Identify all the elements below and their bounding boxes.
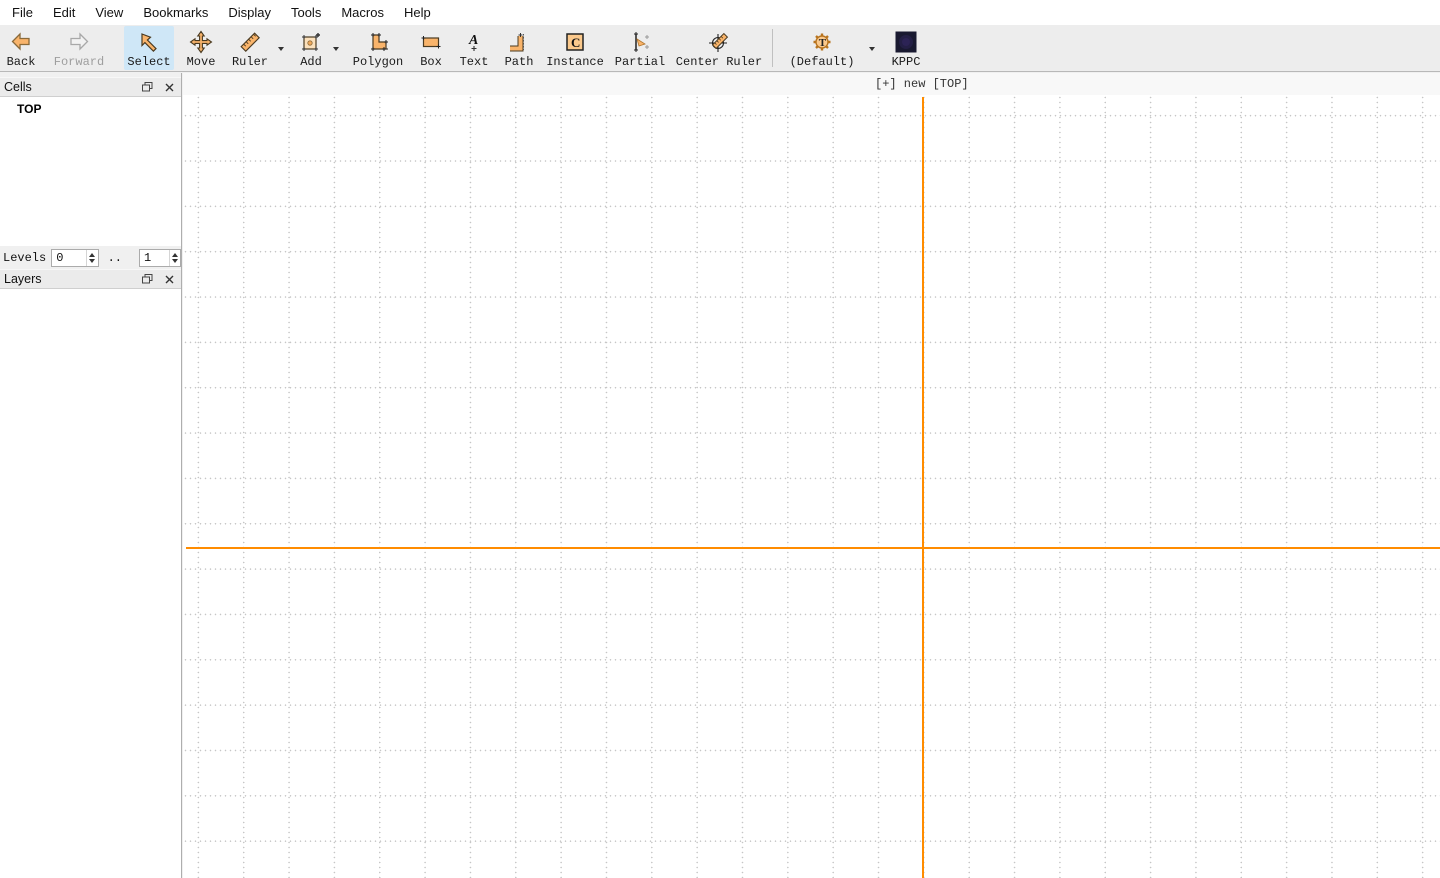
back-icon <box>8 29 34 55</box>
instance-label: Instance <box>546 55 604 69</box>
levels-from-input[interactable] <box>52 249 87 266</box>
center-ruler-button[interactable]: Center Ruler <box>676 26 762 70</box>
menu-view[interactable]: View <box>85 1 133 24</box>
partial-label: Partial <box>614 55 666 69</box>
kppc-label: KPPC <box>891 55 921 69</box>
levels-range-separator: .. <box>107 250 122 265</box>
ruler-icon <box>237 29 263 55</box>
instance-mode-button[interactable]: C Instance <box>545 26 605 70</box>
spin-up-icon[interactable] <box>172 252 179 257</box>
levels-to-input[interactable] <box>139 249 170 266</box>
left-dock-area: Cells TOP Levels .. Layers <box>0 73 182 878</box>
path-mode-button[interactable]: Path <box>501 26 537 70</box>
svg-text:A: A <box>468 33 478 48</box>
forward-button[interactable]: Forward <box>48 26 110 70</box>
select-label: Select <box>127 55 171 69</box>
toolbar: Back Forward Select Move Ruler Add Polyg… <box>0 25 1440 72</box>
move-label: Move <box>186 55 216 69</box>
cells-close-button[interactable] <box>161 80 177 94</box>
menu-display[interactable]: Display <box>218 1 281 24</box>
levels-from-spin-arrows[interactable] <box>86 249 97 266</box>
text-label: Text <box>459 55 489 69</box>
box-mode-button[interactable]: Box <box>414 26 448 70</box>
menu-tools[interactable]: Tools <box>281 1 331 24</box>
levels-to-spinbox[interactable] <box>138 248 181 267</box>
add-button[interactable]: Add <box>294 26 328 70</box>
default-config-label: (Default) <box>789 55 855 69</box>
layers-float-button[interactable] <box>139 272 155 286</box>
text-mode-button[interactable]: A Text <box>456 26 492 70</box>
add-icon <box>298 29 324 55</box>
text-icon: A <box>461 29 487 55</box>
path-label: Path <box>504 55 534 69</box>
default-dropdown-arrow-icon[interactable] <box>866 26 878 71</box>
menu-edit[interactable]: Edit <box>43 1 85 24</box>
polygon-mode-button[interactable]: Polygon <box>352 26 404 70</box>
svg-text:C: C <box>571 35 580 50</box>
view-tab[interactable]: [+] new [TOP] <box>875 77 969 91</box>
kppc-button[interactable]: KPPC <box>886 26 926 70</box>
ruler-dropdown-arrow-icon[interactable] <box>275 26 287 71</box>
svg-text:T: T <box>819 37 827 49</box>
toolbar-separator <box>772 29 773 67</box>
center-ruler-icon <box>706 29 732 55</box>
partial-icon <box>627 29 653 55</box>
forward-label: Forward <box>53 55 105 69</box>
cells-tree[interactable]: TOP <box>0 96 181 246</box>
layers-panel-header[interactable]: Layers <box>0 269 181 288</box>
add-dropdown-arrow-icon[interactable] <box>330 26 342 71</box>
spin-up-icon[interactable] <box>89 252 96 257</box>
cells-panel-title: Cells <box>4 80 32 94</box>
box-label: Box <box>420 55 442 69</box>
layers-panel-title: Layers <box>4 272 42 286</box>
menu-file[interactable]: File <box>2 1 43 24</box>
spin-down-icon[interactable] <box>172 258 179 263</box>
levels-from-spinbox[interactable] <box>51 248 99 267</box>
forward-icon <box>66 29 92 55</box>
spin-down-icon[interactable] <box>89 258 96 263</box>
gear-t-icon: T <box>809 29 835 55</box>
instance-icon: C <box>562 29 588 55</box>
ruler-label: Ruler <box>231 55 268 69</box>
layers-list[interactable] <box>0 288 181 878</box>
levels-label: Levels <box>3 250 47 265</box>
view-tab-bar: [+] new [TOP] <box>183 73 1440 95</box>
select-cursor-icon <box>136 29 162 55</box>
crosshair-horizontal-axis <box>186 547 1440 549</box>
cell-item-top[interactable]: TOP <box>0 97 181 116</box>
menu-bar: File Edit View Bookmarks Display Tools M… <box>0 0 1440 25</box>
select-mode-button[interactable]: Select <box>124 26 174 70</box>
move-icon <box>188 29 214 55</box>
back-button[interactable]: Back <box>4 26 38 70</box>
menu-bookmarks[interactable]: Bookmarks <box>133 1 218 24</box>
cells-panel-header[interactable]: Cells <box>0 77 181 96</box>
levels-to-spin-arrows[interactable] <box>169 249 180 266</box>
menu-help[interactable]: Help <box>394 1 441 24</box>
layout-canvas[interactable] <box>183 95 1440 878</box>
partial-mode-button[interactable]: Partial <box>614 26 666 70</box>
polygon-label: Polygon <box>352 55 404 69</box>
path-icon <box>506 29 532 55</box>
kppc-icon <box>893 29 919 55</box>
back-label: Back <box>6 55 36 69</box>
polygon-icon <box>365 29 391 55</box>
levels-row: Levels .. <box>0 246 181 269</box>
center-ruler-label: Center Ruler <box>675 55 763 69</box>
cells-float-button[interactable] <box>139 80 155 94</box>
add-label: Add <box>300 55 322 69</box>
move-mode-button[interactable]: Move <box>181 26 221 70</box>
crosshair-vertical-axis <box>922 97 924 878</box>
box-icon <box>418 29 444 55</box>
ruler-mode-button[interactable]: Ruler <box>227 26 273 70</box>
default-config-button[interactable]: T (Default) <box>788 26 856 70</box>
layers-close-button[interactable] <box>161 272 177 286</box>
menu-macros[interactable]: Macros <box>331 1 394 24</box>
